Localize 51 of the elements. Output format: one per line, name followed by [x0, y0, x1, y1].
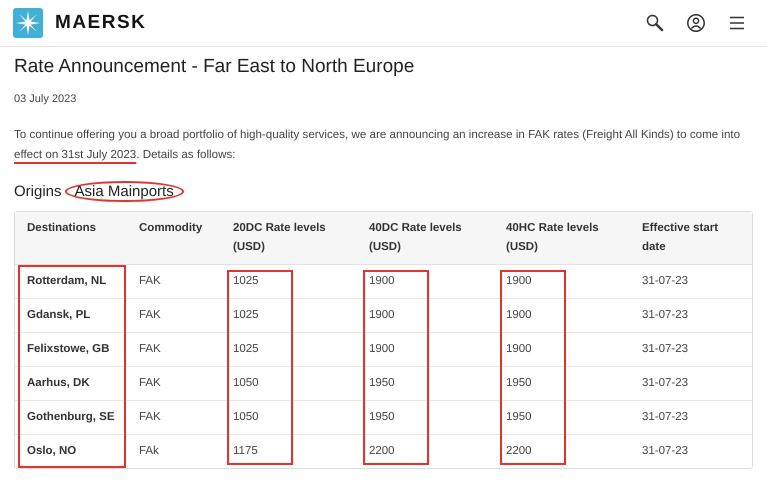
- search-icon[interactable]: [645, 13, 665, 33]
- table-cell: Rotterdam, NL: [15, 265, 127, 299]
- table-cell-text: 31-07-23: [641, 444, 690, 459]
- table-cell-text: 1175: [232, 444, 259, 459]
- table-cell: 1900: [494, 333, 630, 367]
- table-cell: Gothenburg, SE: [15, 401, 127, 435]
- table-cell-text: 2200: [368, 444, 396, 459]
- table-cell: 1950: [494, 401, 630, 435]
- table-cell: 1950: [357, 401, 494, 435]
- table-cell: FAK: [127, 333, 221, 367]
- table-cell: 1900: [357, 265, 494, 299]
- origins-label: Origins: [14, 182, 62, 200]
- table-cell: 1025: [221, 333, 357, 367]
- table-cell: 1950: [494, 367, 630, 401]
- column-header: Effective start date: [630, 212, 752, 265]
- table-cell-text: FAk: [138, 444, 160, 459]
- brand-name[interactable]: MAERSK: [55, 12, 146, 34]
- table-cell: Aarhus, DK: [15, 367, 127, 401]
- table-cell: 1900: [494, 299, 630, 333]
- table-cell: FAK: [127, 265, 221, 299]
- column-header: Destinations: [15, 212, 127, 265]
- table-cell: FAK: [127, 367, 221, 401]
- origin-name: Asia Mainports: [64, 180, 184, 202]
- table-cell: 31-07-23: [630, 333, 752, 367]
- page-title: Rate Announcement - Far East to North Europe: [14, 55, 416, 79]
- table-cell: 1025: [221, 299, 357, 333]
- table-cell: 1900: [357, 333, 494, 367]
- table-cell: 31-07-23: [630, 401, 752, 435]
- table-cell: 1900: [494, 265, 630, 299]
- column-header: 40DC Rate levels (USD): [357, 212, 494, 265]
- intro-paragraph: To continue offering you a broad portfolio of high-quality services, we are announcing an increase in FAK rates (Freight All Kinds) to come into effect on 31st July 2023. Details as follows:: [14, 127, 742, 163]
- user-icon[interactable]: [686, 13, 706, 33]
- table-cell: 1050: [221, 401, 357, 435]
- table-cell: 31-07-23: [630, 367, 752, 401]
- column-header: 40HC Rate levels (USD): [494, 212, 630, 265]
- table-cell-text: Oslo, NO: [26, 444, 78, 459]
- column-header: 20DC Rate levels (USD): [221, 212, 357, 265]
- table-cell: Felixstowe, GB: [15, 333, 127, 367]
- table-cell: 31-07-23: [630, 265, 752, 299]
- table-cell: 31-07-23: [630, 299, 752, 333]
- table-cell: 1050: [221, 367, 357, 401]
- table-cell: FAK: [127, 299, 221, 333]
- column-header: Commodity: [127, 212, 221, 265]
- star-logo-icon[interactable]: [13, 8, 43, 38]
- table-cell-text: 2200: [505, 444, 533, 459]
- publish-date: 03 July 2023: [14, 93, 78, 105]
- table-cell: FAK: [127, 401, 221, 435]
- table-cell: 1900: [357, 299, 494, 333]
- table-cell: 1950: [357, 367, 494, 401]
- table-cell: Gdansk, PL: [15, 299, 127, 333]
- table-cell: 1025: [221, 265, 357, 299]
